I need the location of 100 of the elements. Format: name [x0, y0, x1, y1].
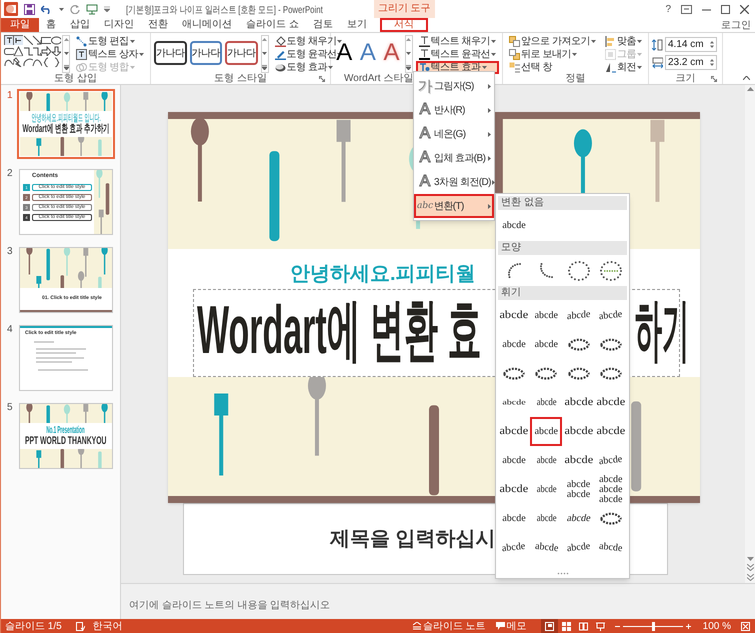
warp-option[interactable]: abcde — [562, 446, 594, 475]
ribbon-command[interactable]: 텍스트 윤곽선 — [416, 48, 500, 61]
scroll-up-icon[interactable] — [64, 38, 69, 41]
dialog-launcher-icon[interactable] — [319, 76, 325, 82]
warp-option[interactable]: abcde — [562, 301, 594, 330]
ribbon-command[interactable]: 텍스트 채우기 — [416, 35, 500, 48]
zoom-out-icon[interactable] — [614, 624, 620, 628]
warp-option[interactable]: abcde — [530, 504, 562, 533]
more-icon[interactable] — [262, 65, 267, 70]
menu-item[interactable]: A 반사(R) — [414, 98, 494, 122]
ribbon-command[interactable]: 뒤로 보내기 — [506, 48, 599, 61]
warp-option[interactable]: abcde — [562, 504, 594, 533]
next-slide-icon[interactable] — [746, 574, 754, 581]
slide-thumbnail[interactable]: 안녕하세요.피피티월드 입니다. Wordart에 변환 효과 추가하기 — [19, 91, 113, 157]
right-arrow-icon[interactable] — [41, 46, 52, 56]
warp-option[interactable]: abcde — [562, 417, 594, 446]
wordart-style-option[interactable]: A — [358, 35, 378, 71]
elbow-connector-icon[interactable] — [22, 46, 33, 56]
shape-style-option[interactable]: 가나다 — [225, 41, 258, 65]
menu-item[interactable]: A 입체 효과(B) — [414, 146, 494, 170]
scroll-down-icon[interactable] — [64, 52, 69, 54]
close-icon[interactable] — [740, 4, 749, 14]
warp-option[interactable]: abcde — [562, 533, 594, 562]
ribbon-command[interactable]: 도형 효과 — [272, 61, 346, 74]
text-box-icon[interactable] — [13, 35, 24, 45]
warp-option[interactable]: abcde — [594, 533, 627, 562]
scroll-down-icon[interactable] — [746, 557, 754, 561]
zoom-in-icon[interactable] — [686, 624, 691, 628]
presentation-icon[interactable] — [86, 4, 98, 14]
ribbon-tab[interactable]: 삽입 — [63, 18, 97, 32]
shape-style-option[interactable]: 가나다 — [190, 41, 222, 65]
down-arrow-icon[interactable] — [50, 46, 61, 56]
more-icon[interactable] — [64, 65, 69, 70]
resize-grip-icon[interactable] — [556, 572, 568, 575]
scroll-up-icon[interactable] — [406, 38, 412, 41]
elbow-arrow-icon[interactable] — [32, 46, 42, 56]
line-icon[interactable] — [22, 35, 33, 45]
ribbon-tab[interactable]: 애니메이션 — [175, 18, 239, 32]
warp-option[interactable]: abcde — [498, 301, 530, 330]
warp-option[interactable]: abcde — [498, 533, 530, 562]
warp-option[interactable]: abcde — [530, 533, 562, 562]
size-input-field[interactable]: 23.2 cm — [665, 55, 717, 70]
ribbon-tab[interactable]: 슬라이드 쇼 — [239, 18, 306, 32]
ribbon-display-icon[interactable] — [681, 4, 692, 14]
more-icon[interactable] — [406, 65, 412, 70]
warp-option[interactable]: abcde — [498, 211, 530, 240]
scroll-up-icon[interactable] — [262, 38, 267, 41]
lightning-icon[interactable] — [13, 57, 24, 67]
ribbon-command[interactable]: 도형 편집 — [73, 35, 147, 48]
menu-item[interactable]: abc 변환(T) — [414, 194, 494, 218]
collapse-ribbon-icon[interactable] — [743, 76, 750, 80]
shape-style-option[interactable]: 가나다 — [154, 41, 186, 65]
ribbon-tab[interactable]: 전환 — [141, 18, 175, 32]
warp-option[interactable]: abcde — [498, 504, 530, 533]
menu-item[interactable]: A 네온(G) — [414, 122, 494, 146]
ribbon-command[interactable]: 선택 창 — [506, 61, 599, 74]
scroll-down-icon[interactable] — [406, 52, 412, 54]
warp-option[interactable]: abcde — [498, 417, 530, 446]
notes-placeholder[interactable]: 여기에 슬라이드 노트의 내용을 입력하십시오 — [129, 600, 330, 611]
ribbon-command[interactable]: 맞춤 — [602, 35, 645, 48]
warp-option[interactable]: abcde — [530, 301, 562, 330]
warp-option[interactable]: abcde — [498, 330, 530, 359]
customize-toolbar-icon[interactable] — [104, 6, 110, 12]
ribbon-command[interactable]: 텍스트 상자 — [73, 48, 147, 61]
help-button[interactable]: ? — [665, 2, 671, 16]
dialog-launcher-icon[interactable] — [711, 76, 717, 82]
arc-icon[interactable] — [22, 57, 33, 67]
warp-option[interactable]: abcde — [498, 446, 530, 475]
warp-option[interactable]: abcde — [594, 446, 627, 475]
notes-button[interactable]: 슬라이드 노트 — [412, 618, 486, 633]
redo-icon[interactable] — [70, 4, 80, 14]
ribbon-tab[interactable]: 홈 — [39, 18, 63, 32]
menu-item[interactable]: 가그림자(S) — [414, 74, 494, 98]
comments-button[interactable]: 메모 — [496, 618, 527, 633]
zoom-level[interactable]: 100 % — [702, 618, 731, 633]
warp-option[interactable]: abcde abcde — [562, 475, 594, 504]
ribbon-command[interactable]: 회전 — [602, 61, 645, 74]
warp-option[interactable]: abcde — [594, 417, 627, 446]
zoom-slider-thumb[interactable] — [652, 622, 655, 630]
arrow-line-icon[interactable] — [32, 35, 42, 45]
text-box-icon[interactable] — [4, 35, 14, 45]
warp-option[interactable]: abcde — [594, 388, 627, 417]
proofing-icon[interactable] — [76, 622, 85, 630]
warp-option[interactable]: abcde abcde abcde — [594, 475, 627, 504]
ribbon-tab[interactable]: 디자인 — [97, 18, 141, 32]
zoom-slider[interactable] — [622, 622, 683, 630]
scroll-down-icon[interactable] — [262, 52, 267, 54]
slide-thumbnail[interactable]: No.1 Presentation PPT WORLD THANKYOU — [19, 403, 113, 469]
warp-option[interactable]: abcde — [530, 330, 562, 359]
menu-item[interactable]: A 3차원 회전(D) — [414, 170, 494, 194]
ribbon-tab[interactable]: 서식 — [380, 18, 428, 32]
previous-slide-icon[interactable] — [746, 564, 754, 571]
ribbon-tab[interactable]: 검토 — [306, 18, 340, 32]
warp-option[interactable]: abcde — [498, 475, 530, 504]
warp-option[interactable]: abcde — [562, 388, 594, 417]
ribbon-command[interactable]: 앞으로 가져오기 — [506, 35, 599, 48]
warp-option[interactable]: abcde — [530, 417, 562, 446]
warp-option[interactable]: abcde — [530, 388, 562, 417]
maximize-icon[interactable] — [721, 4, 730, 14]
spinner-icon[interactable] — [710, 58, 714, 67]
